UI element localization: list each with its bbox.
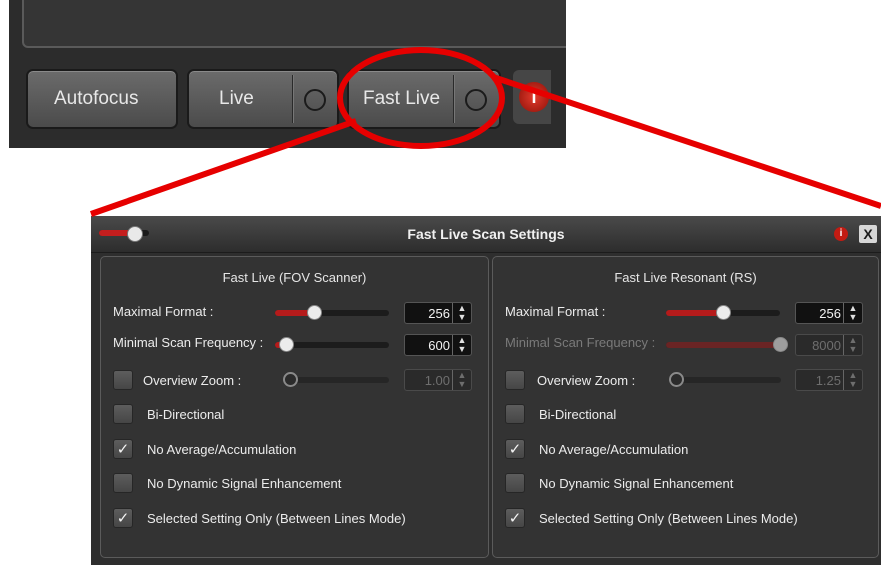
spin-arrows-icon[interactable]: ▲ ▼ bbox=[843, 370, 862, 390]
toolbar-screenshot: Autofocus Live Fast Live i bbox=[9, 0, 566, 148]
fov-maximal-format-spinbox[interactable]: 256 ▲ ▼ bbox=[404, 302, 472, 324]
fov-min-scan-frequency-spinbox[interactable]: 600 ▲ ▼ bbox=[404, 334, 472, 356]
fov-no-dse-checkbox[interactable] bbox=[113, 473, 133, 493]
close-button[interactable]: X bbox=[859, 225, 877, 243]
rs-no-dse-label: No Dynamic Signal Enhancement bbox=[539, 476, 734, 491]
autofocus-label: Autofocus bbox=[54, 88, 139, 109]
fov-scanner-group: Fast Live (FOV Scanner) Maximal Format :… bbox=[100, 256, 489, 558]
info-button[interactable]: i bbox=[513, 70, 551, 124]
dialog-titlebar: Fast Live Scan Settings i X bbox=[91, 216, 881, 253]
rs-maximal-format-slider-fill bbox=[666, 310, 723, 316]
rs-group-title: Fast Live Resonant (RS) bbox=[614, 270, 757, 285]
rs-maximal-format-slider-knob[interactable] bbox=[716, 305, 731, 320]
rs-maximal-format-value: 256 bbox=[819, 306, 841, 321]
spin-arrows-icon[interactable]: ▲ ▼ bbox=[452, 370, 471, 390]
live-button[interactable]: Live bbox=[187, 69, 339, 129]
upper-panel bbox=[22, 0, 566, 48]
spin-arrows-icon[interactable]: ▲ ▼ bbox=[452, 303, 471, 323]
rs-maximal-format-slider[interactable] bbox=[666, 305, 780, 320]
resonant-scanner-group: Fast Live Resonant (RS) Maximal Format :… bbox=[492, 256, 879, 558]
rs-overview-zoom-label: Overview Zoom : bbox=[537, 373, 636, 388]
fast-live-label: Fast Live bbox=[363, 88, 441, 109]
rs-overview-zoom-slider[interactable] bbox=[669, 372, 781, 387]
fov-overview-zoom-checkbox[interactable] bbox=[113, 370, 133, 390]
fov-group-title: Fast Live (FOV Scanner) bbox=[222, 270, 367, 285]
rs-bidirectional-checkbox[interactable] bbox=[505, 404, 525, 424]
fov-overview-zoom-spinbox[interactable]: 1.00 ▲ ▼ bbox=[404, 369, 472, 391]
rs-min-scan-frequency-slider-fill bbox=[666, 342, 780, 348]
fov-no-average-label: No Average/Accumulation bbox=[147, 442, 297, 457]
rs-no-dse-checkbox[interactable] bbox=[505, 473, 525, 493]
rs-min-scan-frequency-label: Minimal Scan Frequency : bbox=[505, 335, 656, 350]
live-label: Live bbox=[219, 88, 254, 109]
fov-overview-zoom-slider-knob[interactable] bbox=[283, 372, 298, 387]
rs-bidirectional-label: Bi-Directional bbox=[539, 407, 617, 422]
help-info-icon[interactable]: i bbox=[834, 227, 848, 241]
info-icon: i bbox=[519, 82, 549, 112]
rs-maximal-format-label: Maximal Format : bbox=[505, 304, 606, 319]
rs-overview-zoom-value: 1.25 bbox=[815, 373, 841, 388]
fov-min-scan-frequency-slider[interactable] bbox=[275, 337, 389, 352]
fov-no-average-checkbox[interactable]: ✓ bbox=[113, 439, 133, 459]
rs-no-average-checkbox[interactable]: ✓ bbox=[505, 439, 525, 459]
spin-arrows-icon[interactable]: ▲ ▼ bbox=[843, 303, 862, 323]
fov-selected-only-checkbox[interactable]: ✓ bbox=[113, 508, 133, 528]
rs-min-scan-frequency-value: 8000 bbox=[812, 338, 841, 353]
fov-maximal-format-slider-knob[interactable] bbox=[306, 305, 322, 320]
rs-overview-zoom-spinbox[interactable]: 1.25 ▲ ▼ bbox=[795, 369, 863, 391]
rs-selected-only-checkbox[interactable]: ✓ bbox=[505, 508, 525, 528]
fov-min-scan-frequency-label: Minimal Scan Frequency : bbox=[113, 335, 264, 350]
fast-live-status-ring-icon[interactable] bbox=[465, 89, 487, 111]
fov-overview-zoom-label: Overview Zoom : bbox=[143, 373, 242, 388]
fast-live-divider bbox=[453, 75, 454, 123]
fast-live-button[interactable]: Fast Live bbox=[347, 69, 501, 129]
fov-maximal-format-value: 256 bbox=[428, 306, 450, 321]
rs-overview-zoom-slider-knob[interactable] bbox=[669, 372, 684, 387]
fov-maximal-format-slider[interactable] bbox=[275, 305, 389, 320]
dialog-title: Fast Live Scan Settings bbox=[407, 226, 565, 242]
rs-min-scan-frequency-spinbox[interactable]: 8000 ▲ ▼ bbox=[795, 334, 863, 356]
rs-maximal-format-spinbox[interactable]: 256 ▲ ▼ bbox=[795, 302, 863, 324]
fov-min-scan-frequency-value: 600 bbox=[428, 338, 450, 353]
fov-maximal-format-label: Maximal Format : bbox=[113, 304, 214, 319]
fov-no-dse-label: No Dynamic Signal Enhancement bbox=[147, 476, 342, 491]
fov-bidirectional-checkbox[interactable] bbox=[113, 404, 133, 424]
rs-min-scan-frequency-slider[interactable] bbox=[666, 337, 788, 352]
fast-live-scan-settings-dialog: Fast Live Scan Settings i X Fast Live (F… bbox=[91, 216, 881, 565]
live-divider bbox=[292, 75, 293, 123]
autofocus-button[interactable]: Autofocus bbox=[26, 69, 178, 129]
rs-no-average-label: No Average/Accumulation bbox=[539, 442, 689, 457]
spin-arrows-icon[interactable]: ▲ ▼ bbox=[843, 335, 862, 355]
rs-min-scan-frequency-slider-knob[interactable] bbox=[773, 337, 788, 352]
fov-overview-zoom-value: 1.00 bbox=[424, 373, 450, 388]
fov-overview-zoom-slider[interactable] bbox=[283, 372, 389, 387]
rs-selected-only-label: Selected Setting Only (Between Lines Mod… bbox=[539, 511, 798, 526]
fov-selected-only-label: Selected Setting Only (Between Lines Mod… bbox=[147, 511, 406, 526]
fov-min-scan-frequency-slider-knob[interactable] bbox=[279, 337, 295, 352]
live-status-ring-icon[interactable] bbox=[304, 89, 326, 111]
rs-overview-zoom-checkbox[interactable] bbox=[505, 370, 525, 390]
spin-arrows-icon[interactable]: ▲ ▼ bbox=[452, 335, 471, 355]
fov-bidirectional-label: Bi-Directional bbox=[147, 407, 225, 422]
